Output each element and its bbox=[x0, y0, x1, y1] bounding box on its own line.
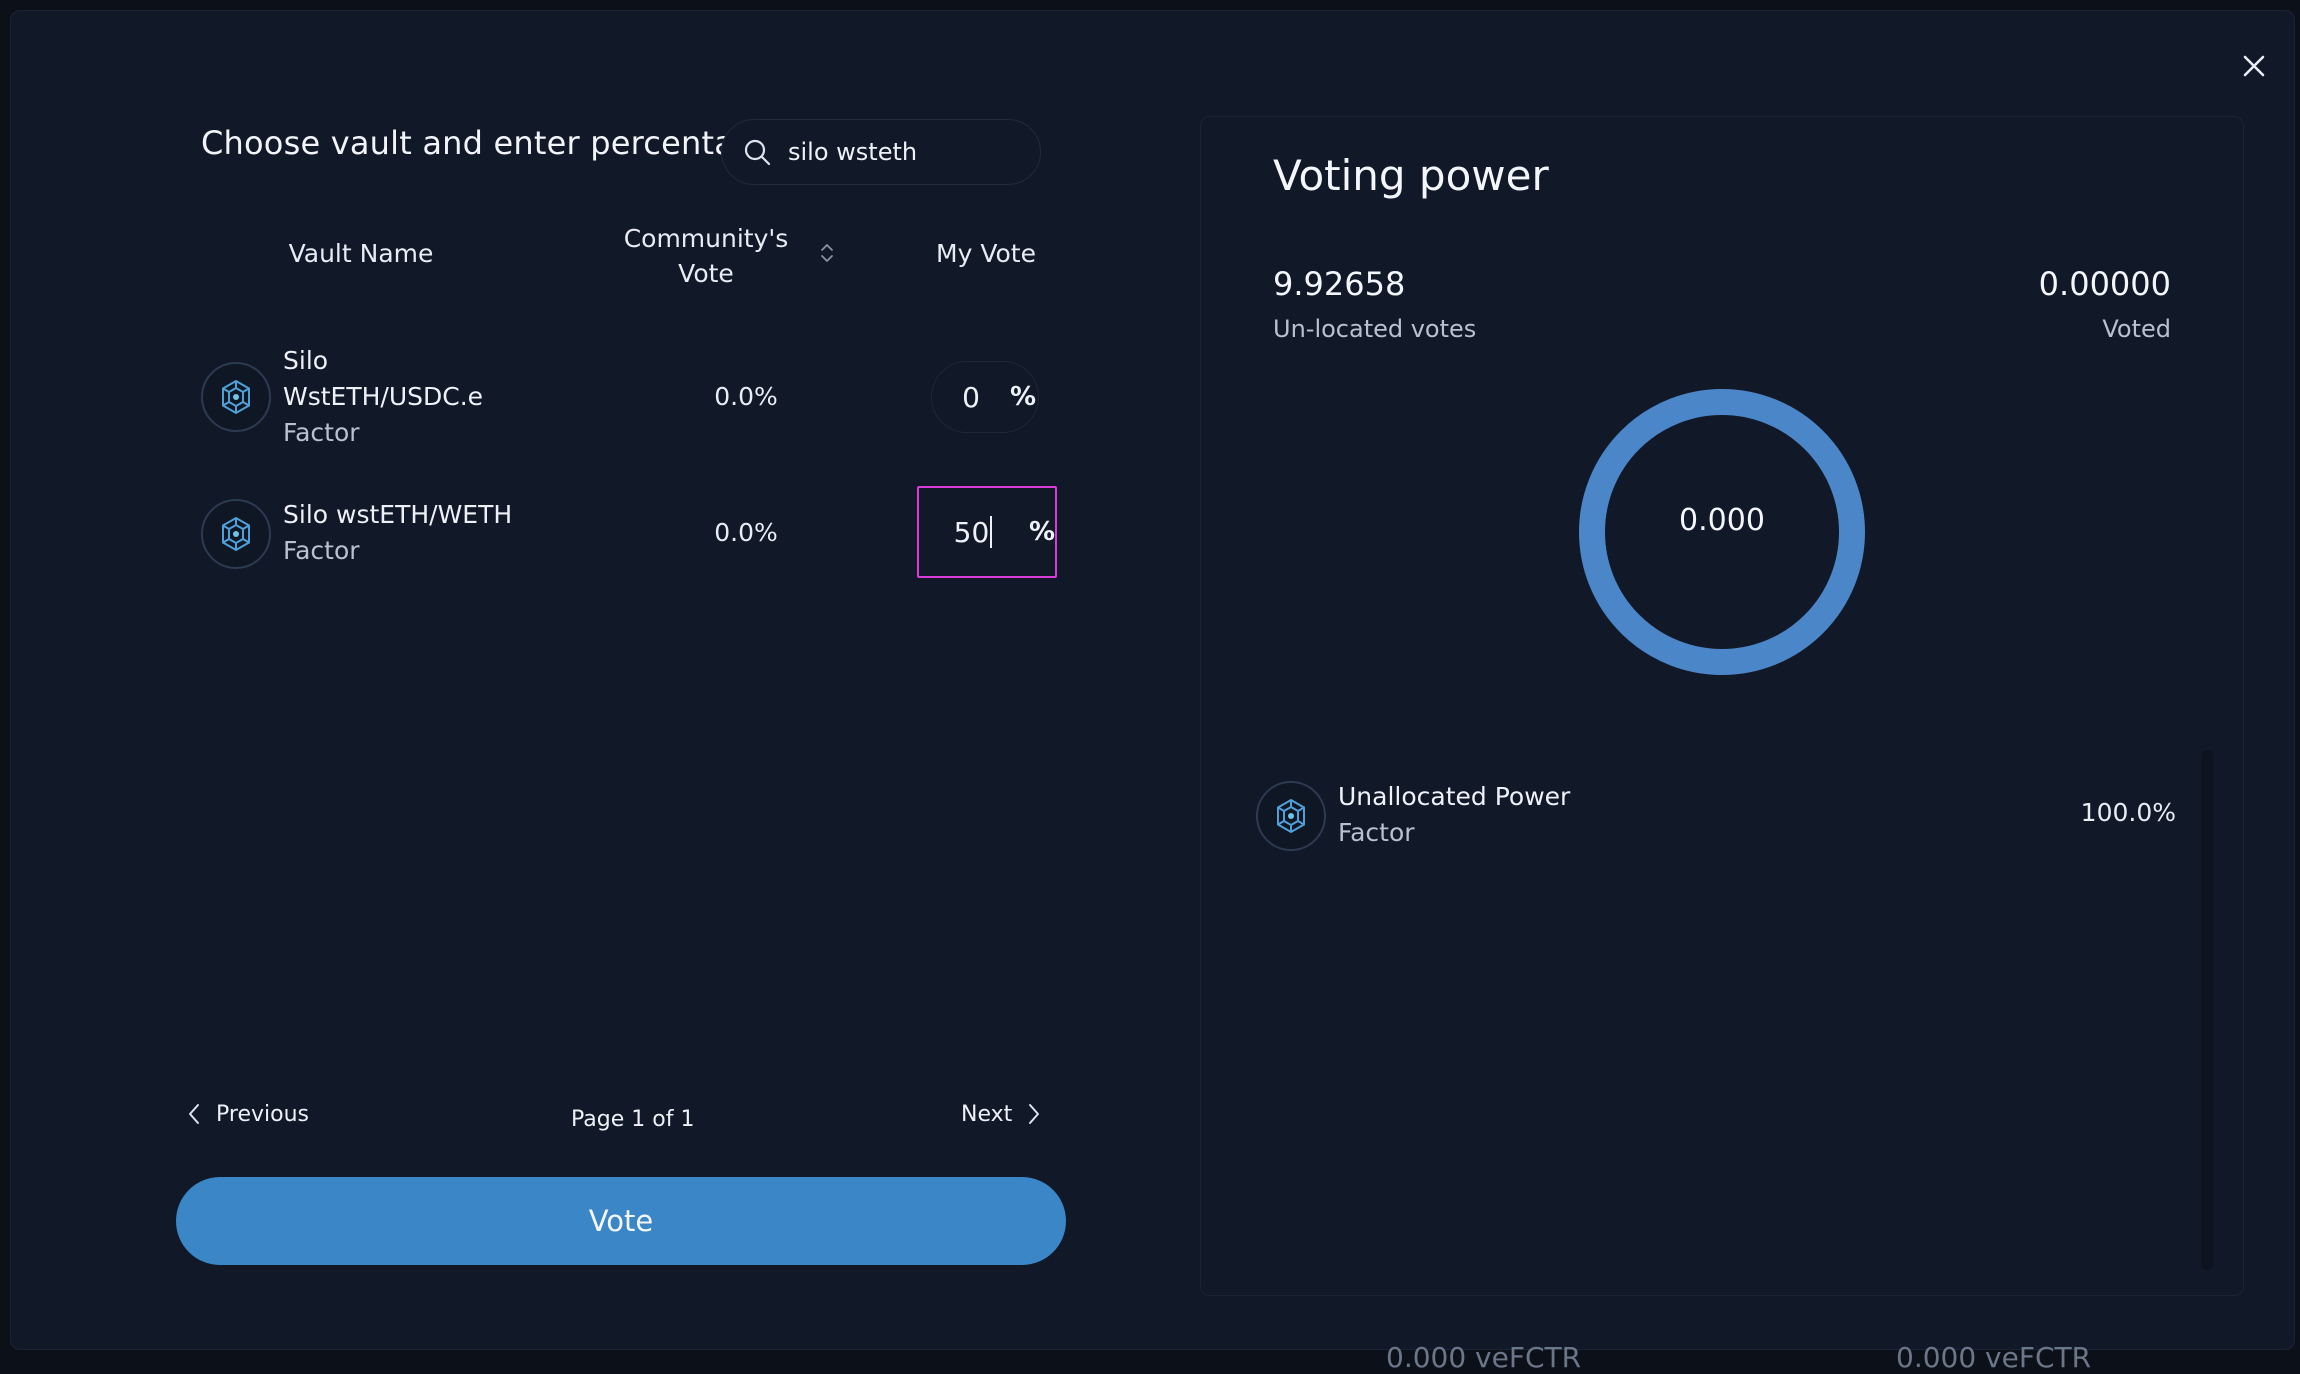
my-vote-value[interactable]: 0 bbox=[932, 381, 1010, 414]
allocation-title: Unallocated Power bbox=[1338, 782, 1571, 811]
search-icon bbox=[742, 137, 772, 167]
factor-logo-icon bbox=[222, 516, 250, 552]
chevron-left-icon bbox=[189, 1104, 199, 1124]
previous-label: Previous bbox=[216, 1101, 309, 1127]
sort-icon[interactable] bbox=[817, 240, 837, 266]
vault-name: Silo WstETH/USDC.e Factor bbox=[283, 343, 483, 451]
background-text: 0.000 veFCTR bbox=[1386, 1341, 1582, 1374]
vault-avatar bbox=[201, 499, 271, 569]
column-header-vault-name: Vault Name bbox=[288, 239, 434, 268]
next-button[interactable]: Next bbox=[961, 1101, 1042, 1127]
my-vote-field[interactable]: 50 bbox=[933, 496, 1013, 568]
community-vote-value: 0.0% bbox=[714, 518, 778, 547]
close-button[interactable] bbox=[2239, 51, 2269, 81]
my-vote-value[interactable]: 50 bbox=[954, 516, 990, 549]
vault-name-line1: Silo bbox=[283, 346, 329, 375]
scrollbar[interactable] bbox=[2201, 750, 2213, 1270]
vault-name-line1: Silo wstETH/WETH bbox=[283, 500, 513, 529]
vault-avatar bbox=[1256, 781, 1326, 851]
vault-subtitle: Factor bbox=[283, 418, 360, 447]
my-vote-input[interactable]: 50 % bbox=[917, 486, 1057, 578]
voting-power-panel: Voting power 9.92658 Un-located votes 0.… bbox=[1200, 116, 2244, 1296]
unlocated-votes-value: 9.92658 bbox=[1273, 265, 1406, 303]
vault-name-line2: WstETH/USDC.e bbox=[283, 382, 484, 411]
allocation-row: Unallocated Power Factor 100.0% bbox=[1256, 779, 2176, 853]
column-header-community-vote[interactable]: Community's Vote bbox=[611, 221, 801, 291]
panel-title: Choose vault and enter percentage bbox=[201, 124, 775, 162]
my-vote-input[interactable]: 0 % bbox=[931, 361, 1039, 433]
column-header-my-vote: My Vote bbox=[936, 239, 1036, 268]
vote-button[interactable]: Vote bbox=[176, 1177, 1066, 1265]
page-indicator: Page 1 of 1 bbox=[571, 1107, 695, 1132]
panel-title: Voting power bbox=[1273, 151, 1549, 200]
table-row: Silo wstETH/WETH Factor 0.0% 50 % bbox=[201, 481, 1061, 591]
percent-sign: % bbox=[1010, 382, 1037, 412]
text-caret bbox=[990, 516, 993, 548]
vault-avatar bbox=[201, 362, 271, 432]
search-input[interactable] bbox=[786, 137, 1026, 167]
close-icon bbox=[2243, 55, 2265, 77]
allocation-name: Unallocated Power Factor bbox=[1338, 779, 1570, 851]
vault-subtitle: Factor bbox=[283, 536, 360, 565]
previous-button[interactable]: Previous bbox=[186, 1101, 309, 1127]
community-vote-value: 0.0% bbox=[714, 382, 778, 411]
search-box[interactable] bbox=[721, 119, 1041, 185]
factor-logo-icon bbox=[1277, 798, 1305, 834]
allocation-subtitle: Factor bbox=[1338, 818, 1415, 847]
donut-center-value: 0.000 bbox=[1679, 503, 1765, 538]
chevron-right-icon bbox=[1029, 1104, 1040, 1124]
next-label: Next bbox=[961, 1101, 1013, 1127]
background-text: 0.000 veFCTR bbox=[1896, 1341, 2092, 1374]
voted-label: Voted bbox=[2102, 315, 2171, 343]
voted-value: 0.00000 bbox=[2038, 265, 2171, 303]
vote-modal: Choose vault and enter percentage Vault … bbox=[10, 10, 2295, 1374]
allocation-percentage: 100.0% bbox=[2080, 798, 2176, 827]
factor-logo-icon bbox=[222, 379, 250, 415]
unlocated-votes-label: Un-located votes bbox=[1273, 315, 1477, 343]
table-row: Silo WstETH/USDC.e Factor 0.0% 0 % bbox=[201, 329, 1061, 469]
percent-sign: % bbox=[1028, 517, 1055, 547]
vault-name: Silo wstETH/WETH Factor bbox=[283, 497, 512, 569]
